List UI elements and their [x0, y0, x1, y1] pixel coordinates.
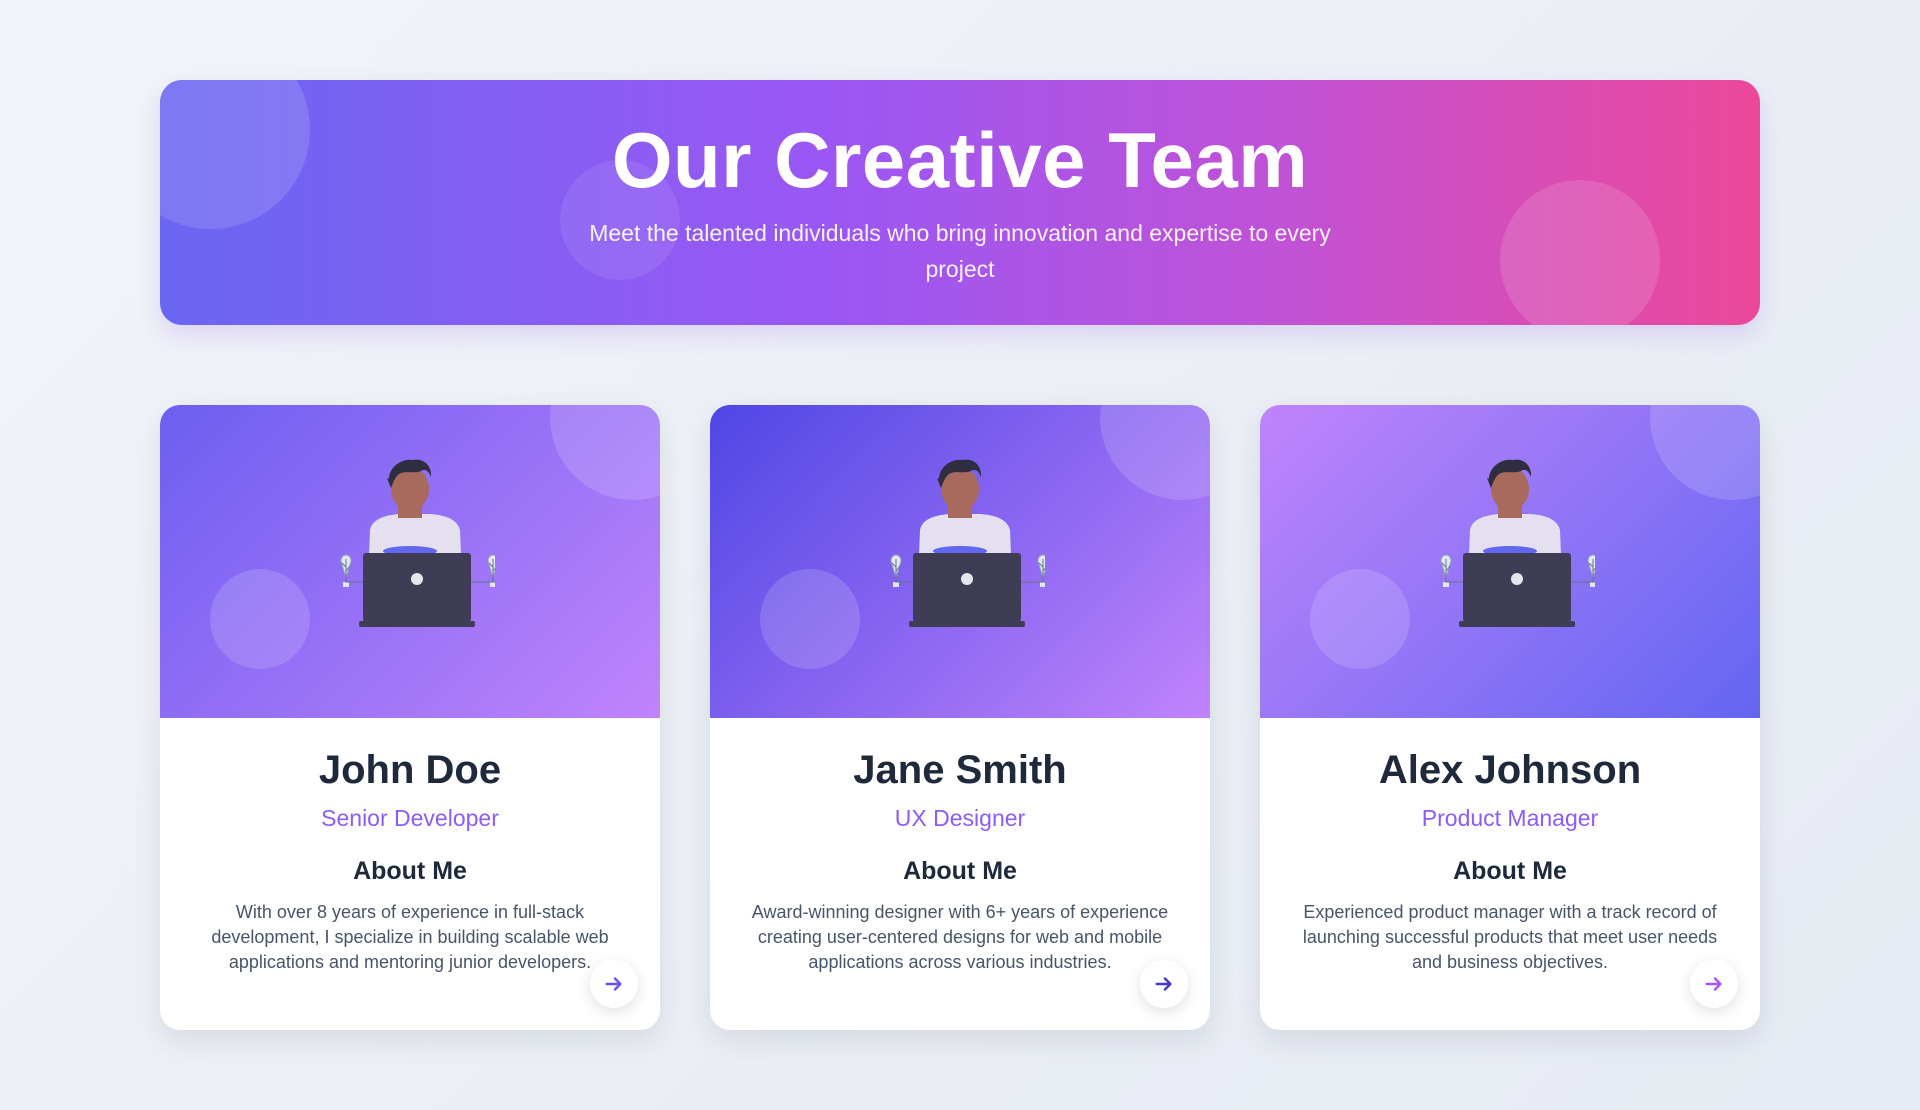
person-at-laptop-illustration: [1440, 459, 1595, 627]
about-heading: About Me: [353, 857, 467, 885]
member-bio: With over 8 years of experience in full-…: [211, 902, 609, 972]
member-role: Senior Developer: [321, 805, 499, 831]
person-at-laptop-illustration: [340, 459, 495, 627]
member-bio: Experienced product manager with a track…: [1302, 902, 1718, 972]
member-bio: Award-winning designer with 6+ years of …: [751, 902, 1169, 972]
card-decor-circle: [210, 569, 310, 669]
team-card-alex-johnson: Alex Johnson Product Manager About Me Ex…: [1260, 405, 1760, 1030]
team-card-john-doe: John Doe Senior Developer About Me With …: [160, 405, 660, 1030]
view-profile-button[interactable]: [1690, 960, 1738, 1008]
page-title: Our Creative Team: [611, 116, 1309, 204]
member-role: UX Designer: [894, 805, 1026, 831]
view-profile-button[interactable]: [1140, 960, 1188, 1008]
member-name: Alex Johnson: [1378, 748, 1642, 792]
member-name: Jane Smith: [853, 748, 1067, 792]
member-role: Product Manager: [1421, 805, 1599, 831]
arrow-right-icon: [1705, 977, 1722, 991]
team-card-jane-smith: Jane Smith UX Designer About Me Award-wi…: [710, 405, 1210, 1030]
about-heading: About Me: [903, 857, 1017, 885]
person-at-laptop-illustration: [890, 459, 1045, 627]
card-decor-circle: [1310, 569, 1410, 669]
page-subtitle: Meet the talented individuals who bring …: [589, 220, 1331, 282]
card-decor-circle: [1650, 405, 1760, 500]
card-banner: [1260, 405, 1760, 718]
card-decor-circle: [1100, 405, 1210, 500]
view-profile-button[interactable]: [590, 960, 638, 1008]
about-heading: About Me: [1453, 857, 1567, 885]
hero-banner: Our Creative Team Meet the talented indi…: [160, 80, 1760, 325]
arrow-right-icon: [1155, 977, 1172, 991]
member-name: John Doe: [318, 748, 502, 792]
card-decor-circle: [550, 405, 660, 500]
card-decor-circle: [760, 569, 860, 669]
card-banner: [160, 405, 660, 718]
arrow-right-icon: [605, 977, 622, 991]
card-banner: [710, 405, 1210, 718]
